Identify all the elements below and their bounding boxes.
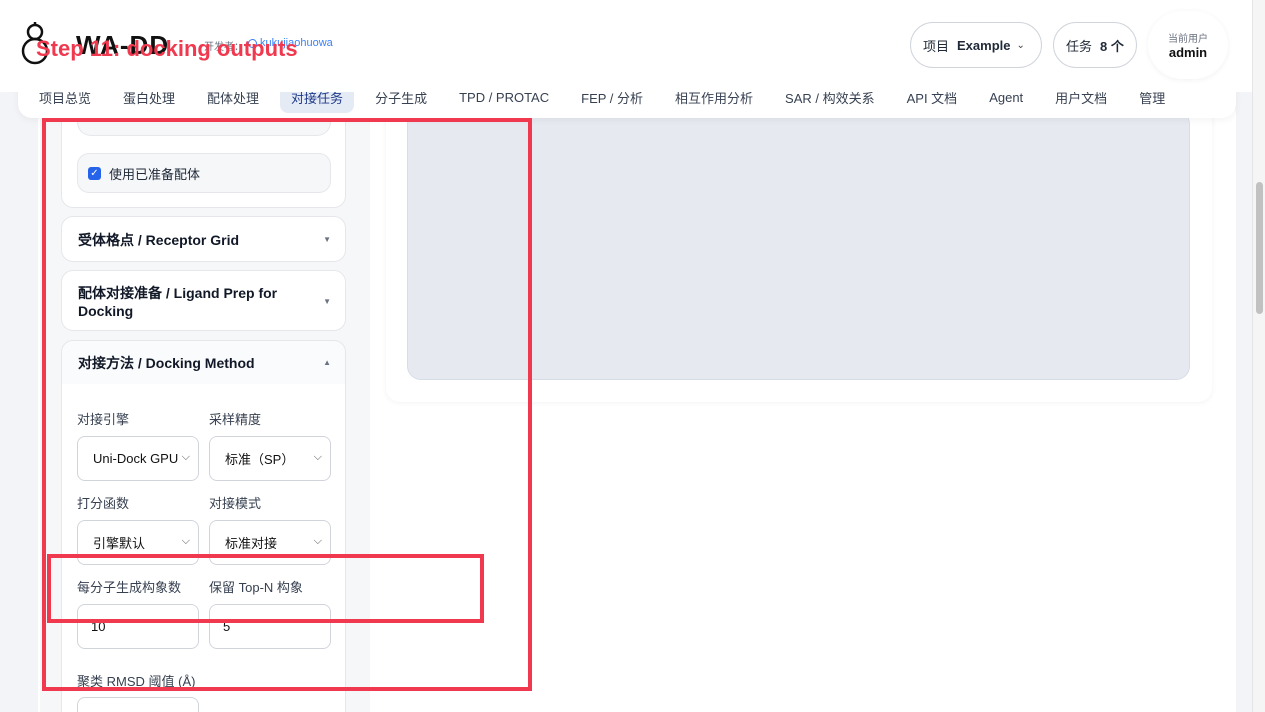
rmsd-input[interactable]: [77, 697, 199, 712]
engine-value: Uni-Dock GPU: [93, 451, 179, 466]
use-prepared-ligand-checkbox[interactable]: ✓ 使用已准备配体: [77, 153, 331, 193]
mode-value: 标准对接: [225, 536, 278, 551]
engine-label: 对接引擎: [77, 412, 130, 427]
poses-value: 10: [91, 619, 106, 634]
scoring-select[interactable]: 引擎默认 ⌵: [77, 520, 199, 565]
project-value: Example: [957, 37, 1011, 53]
scrollbar-thumb[interactable]: [1256, 182, 1263, 314]
tasks-count: 8 个: [1100, 38, 1124, 54]
precision-select[interactable]: 标准（SP） ⌵: [209, 436, 331, 481]
project-label: 项目: [923, 38, 950, 54]
chevron-down-icon: ▼: [323, 235, 331, 244]
chevron-down-icon: ⌵: [313, 535, 322, 547]
mode-label: 对接模式: [209, 496, 262, 511]
tasks-label: 任务: [1066, 38, 1093, 54]
precision-label: 采样精度: [209, 412, 262, 427]
poses-input[interactable]: 10: [77, 604, 199, 649]
docking-method-title: 对接方法 / Docking Method: [78, 355, 255, 371]
ligand-prep-section[interactable]: 配体对接准备 / Ligand Prep for Docking ▼: [61, 270, 346, 331]
chevron-up-icon: ▲: [323, 358, 331, 367]
chevron-down-icon: ⌵: [313, 451, 322, 463]
step-annotation-text: Step 11: docking outputs: [36, 36, 298, 61]
scoring-label: 打分函数: [77, 496, 130, 511]
topn-input[interactable]: 5: [209, 604, 331, 649]
current-user-label: 当前用户: [1168, 34, 1208, 45]
precision-value: 标准（SP）: [225, 452, 295, 467]
engine-select[interactable]: Uni-Dock GPU ⌵: [77, 436, 199, 481]
topn-value: 5: [223, 619, 231, 634]
user-menu[interactable]: 当前用户 admin: [1148, 11, 1228, 79]
scoring-value: 引擎默认: [93, 536, 146, 551]
tasks-button[interactable]: 任务 8 个: [1053, 22, 1137, 68]
receptor-grid-section[interactable]: 受体格点 / Receptor Grid ▼: [61, 216, 346, 262]
chevron-down-icon: ⌵: [181, 535, 190, 547]
chevron-down-icon: ⌄: [1016, 39, 1025, 51]
page-scrollbar[interactable]: [1252, 0, 1265, 712]
poses-label: 每分子生成构象数: [77, 580, 182, 595]
current-user-name: admin: [1168, 45, 1208, 60]
mode-select[interactable]: 标准对接 ⌵: [209, 520, 331, 565]
ligand-prep-title: 配体对接准备 / Ligand Prep for Docking: [78, 285, 278, 319]
use-prepared-ligand-label: 使用已准备配体: [109, 166, 201, 182]
checkbox-checked-icon: ✓: [88, 166, 101, 180]
topn-label: 保留 Top-N 构象: [209, 580, 303, 595]
receptor-grid-title: 受体格点 / Receptor Grid: [78, 232, 240, 248]
chevron-down-icon: ▼: [323, 297, 331, 306]
rmsd-label: 聚类 RMSD 阈值 (Å): [77, 674, 196, 689]
project-selector[interactable]: 项目 Example ⌄: [910, 22, 1042, 68]
chevron-down-icon: ⌵: [181, 451, 190, 463]
molecule-viewer[interactable]: [407, 110, 1190, 380]
